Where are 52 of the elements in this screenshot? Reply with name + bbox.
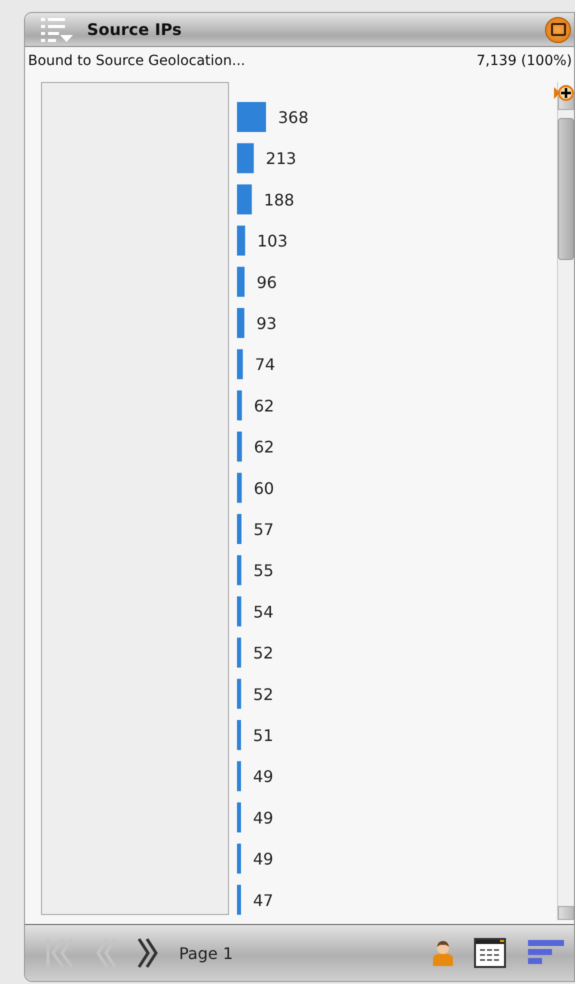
bar-value: 54 [253,602,274,622]
page-label: Page 1 [179,944,233,962]
person-icon[interactable] [432,939,454,967]
bar [237,596,242,626]
bar-value: 74 [254,355,276,374]
scroll-thumb[interactable] [558,118,574,260]
bar-value: 96 [256,272,277,292]
bar-value: 213 [266,149,296,168]
bar-value: 49 [253,808,274,828]
bar [237,761,241,792]
bar [237,884,241,915]
bar [237,555,242,586]
bar-value: 49 [253,850,274,869]
bar-value: 368 [278,108,309,127]
summary-label: Bound to Source Geolocation... [28,53,246,71]
bar-value: 57 [254,520,274,539]
bar-value: 62 [254,396,274,416]
bar [237,226,246,256]
bar [237,184,252,214]
bar [237,102,266,132]
scroll-down-button[interactable] [558,906,574,920]
bar-value: 52 [253,684,274,704]
bar-value: 47 [253,890,274,910]
table-icon[interactable] [474,938,506,968]
bar-value: 188 [264,190,294,210]
bar [237,472,242,503]
scrollbar[interactable] [558,96,574,920]
bar [237,720,242,750]
bar [237,802,241,832]
bar-value: 55 [253,561,274,580]
bar [237,349,243,380]
summary-total: 7,139 (100%) [476,53,572,71]
next-page-button[interactable] [137,937,159,969]
bar-value: 62 [254,438,274,457]
bar-value: 60 [254,478,274,498]
minimize-button[interactable] [545,16,571,42]
bar [237,390,242,420]
bar [237,638,242,668]
list-icon[interactable] [41,16,75,42]
panel-title: Source IPs [87,20,183,39]
bar [237,143,254,174]
bar-value: 49 [253,767,274,786]
bar-value: 93 [256,314,277,333]
bar [237,308,244,338]
bar-value: 51 [253,726,274,745]
bar [237,514,242,544]
bar-value: 103 [257,232,288,251]
bar [237,432,242,462]
bar [237,266,245,297]
bar-value: 52 [253,644,274,663]
bar [237,844,241,874]
bar [237,678,242,709]
